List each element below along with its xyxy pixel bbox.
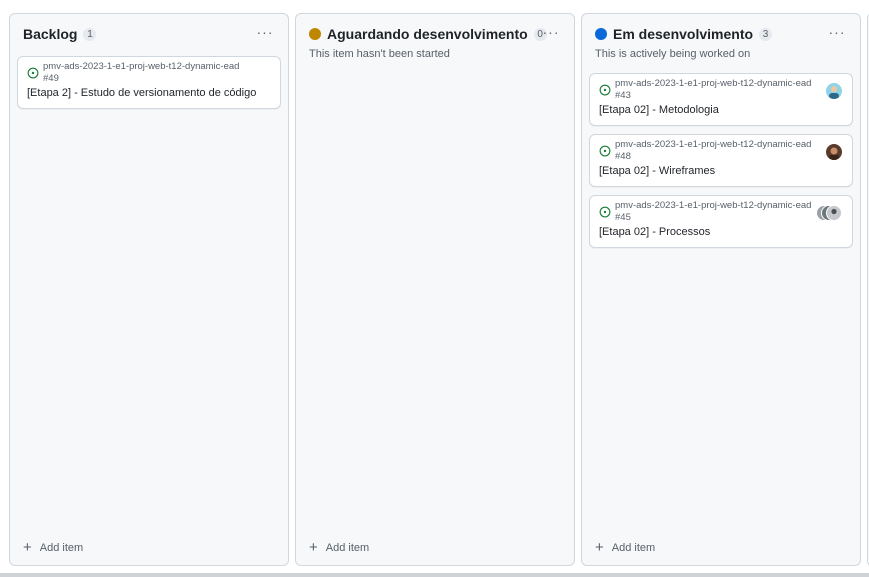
plus-icon: + — [595, 539, 604, 556]
assignee-avatar[interactable] — [826, 83, 842, 99]
issue-reference-link[interactable]: pmv-ads-2023-1-e1-proj-web-t12-dynamic-e… — [615, 78, 812, 102]
card-title[interactable]: [Etapa 02] - Processos — [599, 226, 710, 238]
card-title[interactable]: [Etapa 02] - Wireframes — [599, 165, 715, 177]
issue-reference-link[interactable]: pmv-ads-2023-1-e1-proj-web-t12-dynamic-e… — [615, 200, 812, 224]
column-em-desenvolvimento: Em desenvolvimento 3 ··· This is activel… — [581, 13, 861, 566]
item-count-badge: 1 — [83, 27, 97, 41]
column-options-button[interactable]: ··· — [828, 23, 846, 41]
column-title: Em desenvolvimento — [613, 26, 754, 42]
column-options-button[interactable]: ··· — [542, 23, 560, 41]
card-title[interactable]: [Etapa 2] - Estudo de versionamento de c… — [27, 87, 256, 99]
open-issue-icon — [599, 145, 611, 157]
issue-reference-link[interactable]: pmv-ads-2023-1-e1-proj-web-t12-dynamic-e… — [43, 61, 240, 85]
multiple-users-avatar-icon — [816, 205, 842, 221]
plus-icon: + — [23, 539, 32, 556]
status-color-dot — [595, 28, 607, 40]
open-issue-icon — [599, 206, 611, 218]
column-description: This is actively being worked on — [595, 48, 751, 60]
column-title: Backlog — [23, 26, 78, 42]
add-item-label: Add item — [325, 541, 370, 554]
column-header: Backlog 1 — [10, 14, 288, 54]
assignee-avatar[interactable] — [826, 144, 842, 160]
horizontal-scrollbar[interactable] — [0, 573, 869, 577]
column-description: This item hasn't been started — [309, 48, 450, 60]
assignee-avatar-stack[interactable] — [816, 205, 842, 221]
project-board: Backlog 1 ··· pmv-ads-2023-1-e1-proj-web… — [0, 0, 869, 577]
card-issue-48[interactable]: pmv-ads-2023-1-e1-proj-web-t12-dynamic-e… — [589, 134, 853, 187]
card-issue-45[interactable]: pmv-ads-2023-1-e1-proj-web-t12-dynamic-e… — [589, 195, 853, 248]
column-options-button[interactable]: ··· — [256, 23, 274, 41]
add-item-button[interactable]: + Add item — [23, 540, 83, 555]
card-title[interactable]: [Etapa 02] - Metodologia — [599, 104, 719, 116]
add-item-button[interactable]: + Add item — [309, 540, 369, 555]
add-item-button[interactable]: + Add item — [595, 540, 655, 555]
column-aguardando-desenvolvimento: Aguardando desenvolvimento 0 ··· This it… — [295, 13, 575, 566]
open-issue-icon — [599, 84, 611, 96]
column-backlog: Backlog 1 ··· pmv-ads-2023-1-e1-proj-web… — [9, 13, 289, 566]
add-item-label: Add item — [39, 541, 84, 554]
item-count-badge: 3 — [759, 27, 773, 41]
card-issue-43[interactable]: pmv-ads-2023-1-e1-proj-web-t12-dynamic-e… — [589, 73, 853, 126]
user-avatar-icon — [826, 83, 842, 99]
plus-icon: + — [309, 539, 318, 556]
card-issue-49[interactable]: pmv-ads-2023-1-e1-proj-web-t12-dynamic-e… — [17, 56, 281, 109]
add-item-label: Add item — [611, 541, 656, 554]
status-color-dot — [309, 28, 321, 40]
column-title: Aguardando desenvolvimento — [327, 26, 528, 42]
open-issue-icon — [27, 67, 39, 79]
issue-reference-link[interactable]: pmv-ads-2023-1-e1-proj-web-t12-dynamic-e… — [615, 139, 812, 163]
user-avatar-icon — [826, 144, 842, 160]
